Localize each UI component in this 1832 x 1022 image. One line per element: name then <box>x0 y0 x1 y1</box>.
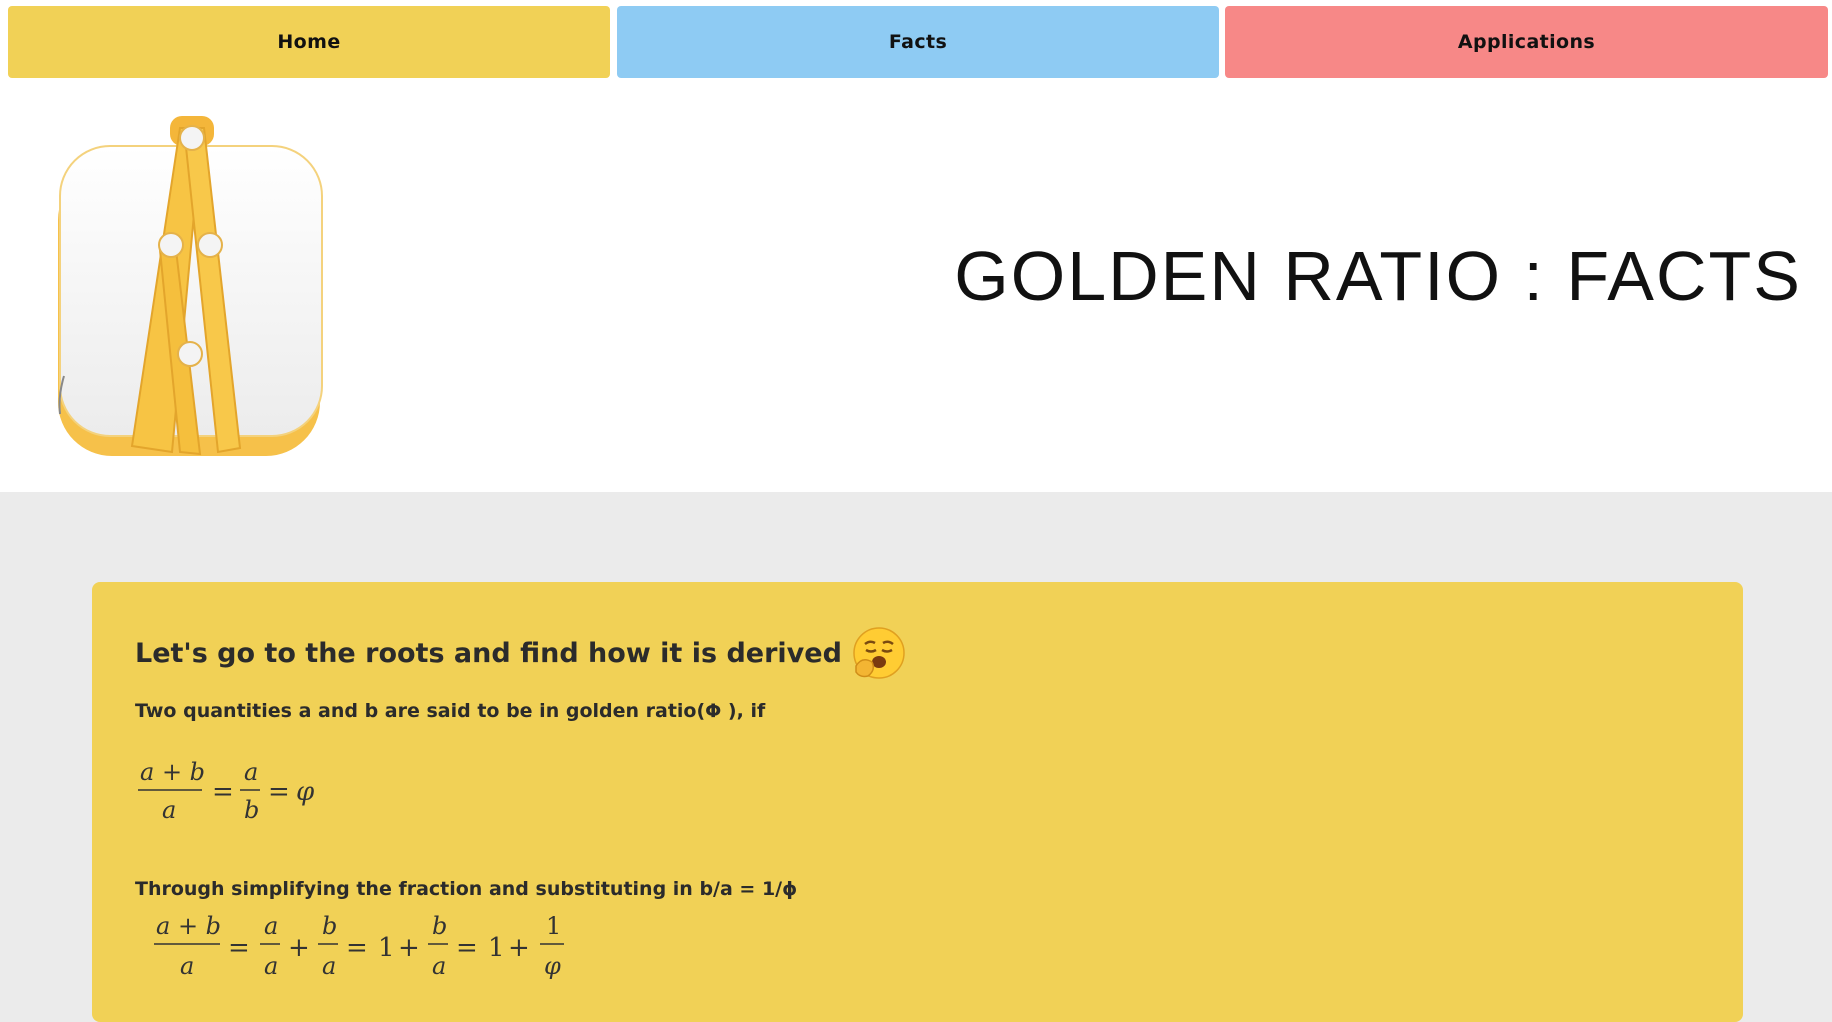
eq2-denominator-4: a <box>432 952 446 980</box>
eq2-plus-1: + <box>288 933 310 963</box>
eq2-plus-3: + <box>508 933 530 963</box>
golden-ratio-caliper-icon <box>58 116 323 456</box>
eq2-plus-2: + <box>398 933 420 963</box>
intro-text: Two quantities a and b are said to be in… <box>135 700 766 722</box>
eq2-equals-1: = <box>228 933 250 963</box>
eq2-denominator-5: φ <box>544 952 561 980</box>
eq1-numerator-2: a <box>244 758 258 786</box>
eq1-denominator-1: a <box>162 796 176 824</box>
nav-applications-button[interactable]: Applications <box>1225 6 1828 78</box>
eq2-one-2: 1 <box>488 933 505 963</box>
eq2-denominator-1: a <box>180 952 194 980</box>
eq2-denominator-2: a <box>264 952 278 980</box>
golden-ratio-equation: a + b a = a b = φ <box>138 758 315 824</box>
eq2-numerator-4: b <box>432 912 447 940</box>
simplify-text: Through simplifying the fraction and sub… <box>135 878 798 900</box>
eq2-equals-2: = <box>346 933 368 963</box>
eq2-numerator-1: a + b <box>156 912 221 940</box>
eq1-phi: φ <box>296 777 315 807</box>
eq1-equals-2: = <box>268 777 290 807</box>
eq1-numerator-1: a + b <box>140 758 205 786</box>
nav-facts-button[interactable]: Facts <box>617 6 1219 78</box>
golden-ratio-derivation-equation: a + b a = a a + b a = 1 + b a = 1 + 1 φ <box>154 912 564 980</box>
eq2-equals-3: = <box>456 933 478 963</box>
eq2-numerator-5: 1 <box>546 912 561 940</box>
nav-home-button[interactable]: Home <box>8 6 610 78</box>
yawning-face-icon <box>853 627 905 679</box>
top-navigation: Home Facts Applications <box>0 0 1832 86</box>
derivation-card: Let's go to the roots and find how it is… <box>92 582 1743 1022</box>
eq1-denominator-2: b <box>244 796 259 824</box>
page-header: GOLDEN RATIO : FACTS <box>0 86 1832 492</box>
eq1-equals-1: = <box>212 777 234 807</box>
eq2-one-1: 1 <box>378 933 395 963</box>
section-heading: Let's go to the roots and find how it is… <box>135 626 906 680</box>
eq2-numerator-3: b <box>322 912 337 940</box>
page-title: GOLDEN RATIO : FACTS <box>954 237 1802 315</box>
eq2-numerator-2: a <box>264 912 278 940</box>
section-heading-text: Let's go to the roots and find how it is… <box>135 637 842 669</box>
eq2-denominator-3: a <box>322 952 336 980</box>
